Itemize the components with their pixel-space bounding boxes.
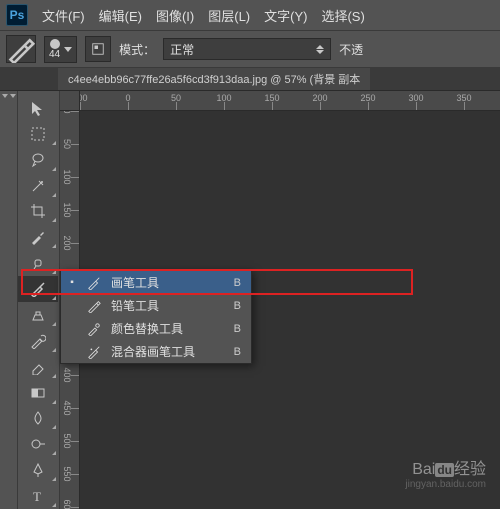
check-icon: ▪	[67, 277, 77, 288]
brush-size-picker[interactable]: 44	[44, 36, 77, 63]
color-replace-icon	[85, 322, 103, 336]
lasso-tool[interactable]	[18, 147, 58, 173]
brush-panel-toggle[interactable]	[85, 36, 111, 62]
svg-text:T: T	[33, 489, 41, 504]
menu-layer[interactable]: 图层(L)	[208, 6, 250, 25]
type-tool[interactable]: T	[18, 483, 58, 509]
menu-bar: Ps 文件(F) 编辑(E) 图像(I) 图层(L) 文字(Y) 选择(S)	[0, 0, 500, 30]
crop-tool[interactable]	[18, 199, 58, 225]
flyout-brush-tool[interactable]: ▪ 画笔工具 B	[61, 271, 251, 294]
flyout-color-replace-tool[interactable]: 颜色替换工具 B	[61, 317, 251, 340]
brush-tool-flyout: ▪ 画笔工具 B 铅笔工具 B 颜色替换工具 B 混合器画笔工具 B	[60, 270, 252, 364]
opacity-label: 不透	[339, 41, 363, 58]
flyout-item-label: 画笔工具	[111, 274, 212, 291]
tool-preset-button[interactable]	[6, 35, 36, 63]
menu-file[interactable]: 文件(F)	[42, 6, 85, 25]
clone-stamp-tool[interactable]	[18, 302, 58, 328]
blend-mode-value: 正常	[170, 41, 194, 58]
menu-text[interactable]: 文字(Y)	[264, 6, 307, 25]
eraser-tool[interactable]	[18, 354, 58, 380]
blend-mode-select[interactable]: 正常	[163, 38, 331, 60]
healing-brush-tool[interactable]	[18, 250, 58, 276]
flyout-item-shortcut: B	[234, 277, 241, 289]
flyout-item-shortcut: B	[234, 323, 241, 335]
mixer-brush-icon	[85, 345, 103, 359]
document-tab-bar: c4ee4ebb96c77ffe26a5f6cd3f913daa.jpg @ 5…	[0, 68, 500, 91]
chevron-down-icon	[64, 47, 72, 52]
pen-tool[interactable]	[18, 457, 58, 483]
magic-wand-tool[interactable]	[18, 173, 58, 199]
flyout-item-label: 铅笔工具	[111, 297, 212, 314]
flyout-item-shortcut: B	[234, 346, 241, 358]
brush-tool[interactable]	[18, 276, 58, 302]
eyedropper-tool[interactable]	[18, 224, 58, 250]
dodge-tool[interactable]	[18, 431, 58, 457]
flyout-item-label: 颜色替换工具	[111, 320, 212, 337]
mode-label: 模式：	[119, 41, 155, 58]
menu-select[interactable]: 选择(S)	[321, 6, 364, 25]
move-tool[interactable]	[18, 95, 58, 121]
toolbox-collapse-strip[interactable]	[0, 91, 18, 509]
options-bar: 44 模式： 正常 不透	[0, 30, 500, 68]
blur-tool[interactable]	[18, 406, 58, 432]
brush-size-value: 44	[49, 49, 60, 60]
brush-icon	[85, 276, 103, 290]
gradient-tool[interactable]	[18, 380, 58, 406]
marquee-tool[interactable]	[18, 121, 58, 147]
flyout-mixer-brush-tool[interactable]: 混合器画笔工具 B	[61, 340, 251, 363]
document-tab[interactable]: c4ee4ebb96c77ffe26a5f6cd3f913daa.jpg @ 5…	[58, 68, 370, 90]
flyout-item-shortcut: B	[234, 300, 241, 312]
menu-edit[interactable]: 编辑(E)	[99, 6, 142, 25]
flyout-pencil-tool[interactable]: 铅笔工具 B	[61, 294, 251, 317]
watermark: Baidu经验 jingyan.baidu.com	[405, 455, 486, 490]
toolbox: T	[18, 91, 60, 509]
ruler-horizontal[interactable]: 500050100150200250300350400	[60, 91, 500, 111]
history-brush-tool[interactable]	[18, 328, 58, 354]
app-logo: Ps	[6, 4, 28, 26]
menu-image[interactable]: 图像(I)	[156, 6, 194, 25]
pencil-icon	[85, 299, 103, 313]
flyout-item-label: 混合器画笔工具	[111, 343, 212, 360]
